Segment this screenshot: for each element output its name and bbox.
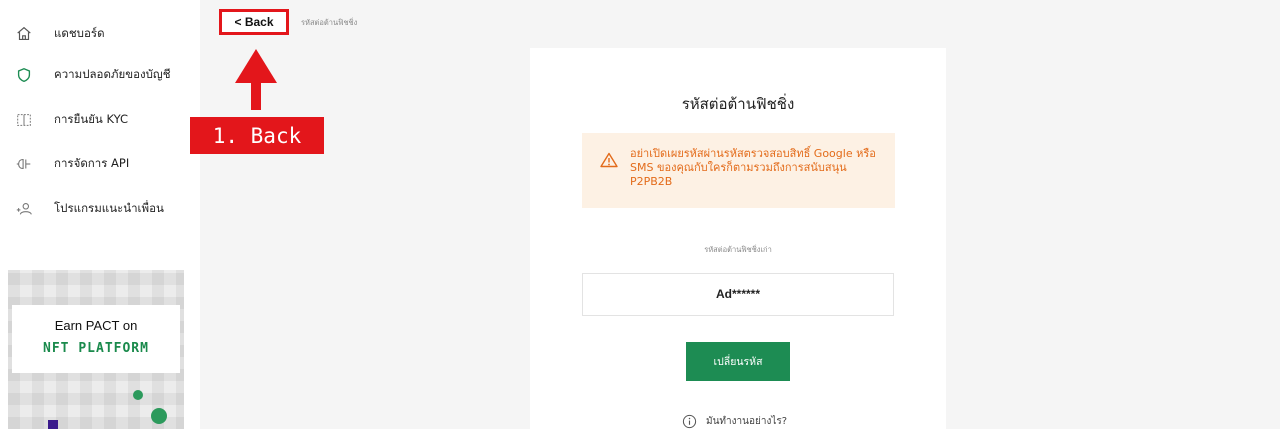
change-code-button[interactable]: เปลี่ยนรหัส (686, 342, 790, 381)
annotation-callout: 1. Back (190, 117, 324, 154)
sidebar-item-label: การยืนยัน KYC (54, 112, 129, 126)
sidebar: แดชบอร์ด ความปลอดภัยของบัญชี การยืนยัน K… (0, 0, 200, 429)
old-code-label: รหัสต่อต้านฟิชชิ่งเก่า (704, 245, 772, 254)
promo-card: Earn PACT on NFT PLATFORM (12, 305, 180, 373)
back-button[interactable]: < Back (219, 9, 289, 35)
promo-title: Earn PACT on (54, 318, 138, 333)
sidebar-item-label: ความปลอดภัยของบัญชี (54, 67, 171, 81)
warning-banner: อย่าเปิดเผยรหัสผ่านรหัสตรวจสอบสิทธิ์ Goo… (582, 133, 895, 208)
help-label: มันทำงานอย่างไร? (706, 416, 788, 427)
page-title: รหัสต่อต้านฟิชชิ่ง (681, 95, 795, 113)
sidebar-item-api[interactable]: การจัดการ API (14, 152, 129, 176)
anti-phishing-card: รหัสต่อต้านฟิชชิ่ง อย่าเปิดเผยรหัสผ่านรห… (530, 48, 946, 429)
shield-icon (14, 65, 34, 85)
home-icon (14, 24, 34, 44)
warning-triangle-icon (600, 152, 618, 168)
arrow-up-icon (235, 49, 277, 110)
how-it-works-link[interactable]: มันทำงานอย่างไร? (682, 414, 787, 429)
sidebar-item-dashboard[interactable]: แดชบอร์ด (14, 22, 105, 46)
id-card-icon (14, 110, 34, 130)
breadcrumb-current: รหัสต่อต้านฟิชชิ่ง (301, 18, 358, 27)
sidebar-item-kyc[interactable]: การยืนยัน KYC (14, 108, 128, 132)
coin-icon (133, 390, 143, 400)
promo-banner[interactable]: Earn PACT on NFT PLATFORM (8, 270, 184, 429)
warning-text: อย่าเปิดเผยรหัสผ่านรหัสตรวจสอบสิทธิ์ Goo… (630, 147, 876, 188)
info-icon (682, 414, 697, 429)
coin-icon (151, 408, 167, 424)
sidebar-item-label: แดชบอร์ด (54, 26, 105, 40)
sidebar-item-label: โปรแกรมแนะนำเพื่อน (54, 201, 164, 215)
sidebar-item-referral[interactable]: โปรแกรมแนะนำเพื่อน (14, 197, 164, 221)
sidebar-item-label: การจัดการ API (54, 156, 130, 170)
api-plug-icon (14, 154, 34, 174)
old-anti-phishing-code-field[interactable]: Ad****** (582, 273, 894, 316)
add-user-icon (14, 199, 34, 219)
sidebar-item-security[interactable]: ความปลอดภัยของบัญชี (14, 63, 171, 87)
promo-subtitle: NFT PLATFORM (43, 341, 149, 356)
promo-graphic (48, 420, 58, 429)
